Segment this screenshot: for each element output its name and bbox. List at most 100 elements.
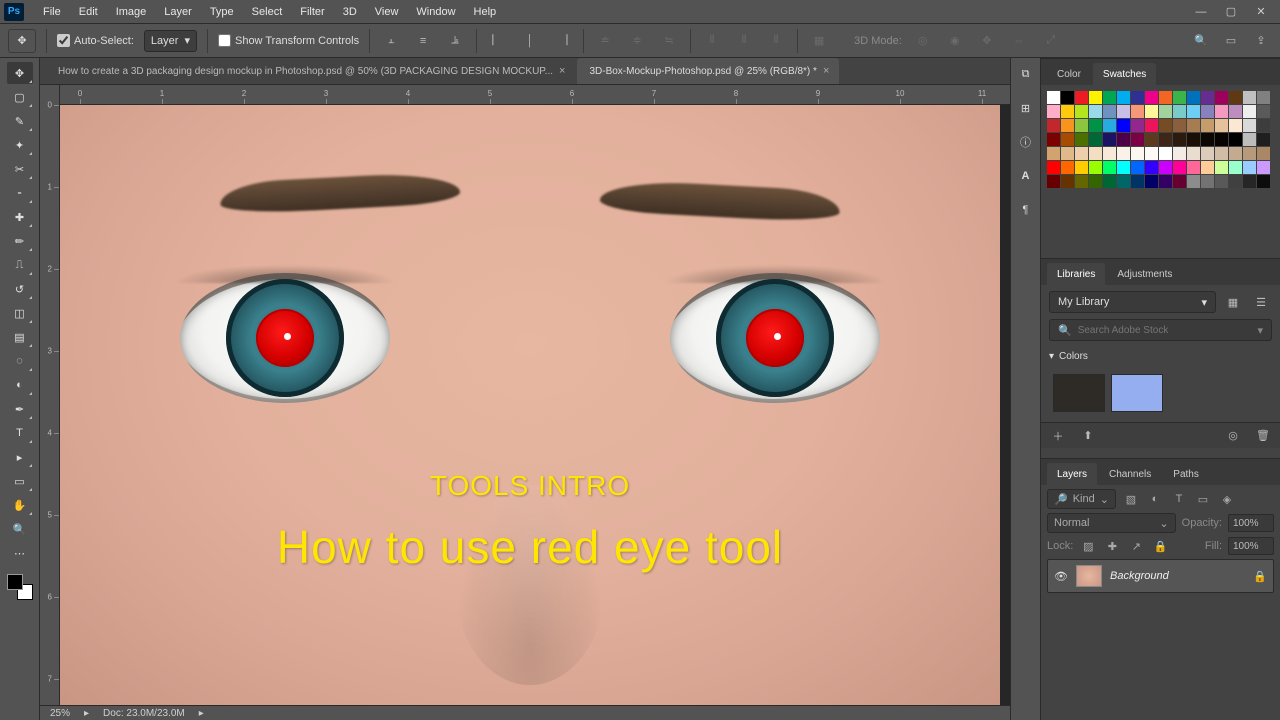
current-tool-icon[interactable]: ✥	[8, 29, 36, 53]
swatch[interactable]	[1061, 133, 1074, 146]
gradient-tool[interactable]: ▤	[7, 326, 33, 348]
3d-slide-icon[interactable]: ⇔	[1008, 30, 1030, 52]
eraser-tool[interactable]: ◫	[7, 302, 33, 324]
tab-channels[interactable]: Channels	[1099, 463, 1161, 485]
distribute-bottom-icon[interactable]: ≒	[658, 30, 680, 52]
library-color-1[interactable]	[1053, 374, 1105, 412]
swatch[interactable]	[1257, 105, 1270, 118]
status-chevron-icon[interactable]: ▸	[84, 708, 89, 719]
lasso-tool[interactable]: ✎	[7, 110, 33, 132]
swatch[interactable]	[1047, 161, 1060, 174]
swatch[interactable]	[1131, 105, 1144, 118]
tab-swatches[interactable]: Swatches	[1093, 63, 1156, 85]
swatch[interactable]	[1075, 133, 1088, 146]
swatch[interactable]	[1201, 119, 1214, 132]
move-tool[interactable]: ✥	[7, 62, 33, 84]
swatch[interactable]	[1061, 105, 1074, 118]
swatch[interactable]	[1075, 161, 1088, 174]
tab-layers[interactable]: Layers	[1047, 463, 1097, 485]
align-left-icon[interactable]: ⎸	[487, 30, 509, 52]
quick-select-tool[interactable]: ✦	[7, 134, 33, 156]
swatch[interactable]	[1131, 175, 1144, 188]
tab-adjustments[interactable]: Adjustments	[1107, 263, 1182, 285]
swatch[interactable]	[1243, 147, 1256, 160]
swatch[interactable]	[1215, 119, 1228, 132]
swatch[interactable]	[1201, 161, 1214, 174]
layer-item-background[interactable]: 👁 Background 🔒	[1047, 559, 1274, 593]
filter-adjust-icon[interactable]: ◐	[1146, 490, 1164, 508]
swatch[interactable]	[1103, 91, 1116, 104]
swatch[interactable]	[1243, 105, 1256, 118]
swatch[interactable]	[1187, 147, 1200, 160]
clone-stamp-tool[interactable]: ⎍	[7, 254, 33, 276]
zoom-level[interactable]: 25%	[50, 708, 70, 719]
swatch[interactable]	[1047, 105, 1060, 118]
swatch[interactable]	[1145, 119, 1158, 132]
swatch[interactable]	[1117, 161, 1130, 174]
swatch[interactable]	[1089, 175, 1102, 188]
workspace-icon[interactable]: ▭	[1220, 30, 1242, 52]
swatch[interactable]	[1061, 91, 1074, 104]
swatch[interactable]	[1257, 161, 1270, 174]
swatch[interactable]	[1047, 147, 1060, 160]
align-top-icon[interactable]: ⫠	[380, 30, 402, 52]
swatch[interactable]	[1243, 91, 1256, 104]
swatch[interactable]	[1075, 175, 1088, 188]
history-brush-tool[interactable]: ↺	[7, 278, 33, 300]
swatch[interactable]	[1089, 133, 1102, 146]
edit-toolbar[interactable]: ⋯	[7, 542, 33, 564]
menu-select[interactable]: Select	[243, 6, 292, 18]
swatch[interactable]	[1215, 161, 1228, 174]
swatch[interactable]	[1257, 133, 1270, 146]
document-tab-2[interactable]: 3D-Box-Mockup-Photoshop.psd @ 25% (RGB/8…	[577, 58, 839, 84]
swatch[interactable]	[1215, 133, 1228, 146]
library-trash-icon[interactable]: 🗑	[1252, 425, 1274, 447]
window-minimize-button[interactable]: —	[1186, 1, 1216, 23]
swatch[interactable]	[1047, 175, 1060, 188]
tab-paths[interactable]: Paths	[1163, 463, 1209, 485]
swatch[interactable]	[1145, 91, 1158, 104]
swatch[interactable]	[1187, 119, 1200, 132]
swatch[interactable]	[1131, 119, 1144, 132]
swatch[interactable]	[1159, 133, 1172, 146]
3d-scale-icon[interactable]: ⤢	[1040, 30, 1062, 52]
swatch[interactable]	[1229, 161, 1242, 174]
library-upload-icon[interactable]: ⬆	[1077, 425, 1099, 447]
swatch[interactable]	[1173, 105, 1186, 118]
layer-thumbnail[interactable]	[1076, 565, 1102, 587]
swatch[interactable]	[1047, 119, 1060, 132]
foreground-color-swatch[interactable]	[7, 574, 23, 590]
swatch[interactable]	[1187, 105, 1200, 118]
swatch[interactable]	[1145, 105, 1158, 118]
swatch[interactable]	[1075, 91, 1088, 104]
menu-image[interactable]: Image	[107, 6, 156, 18]
swatch[interactable]	[1201, 175, 1214, 188]
library-grid-view-icon[interactable]: ▦	[1222, 291, 1244, 313]
swatch[interactable]	[1159, 175, 1172, 188]
canvas-viewport[interactable]: TOOLS INTRO How to use red eye tool	[60, 105, 1010, 705]
swatch[interactable]	[1145, 133, 1158, 146]
swatch[interactable]	[1257, 147, 1270, 160]
swatch[interactable]	[1061, 175, 1074, 188]
swatch[interactable]	[1215, 147, 1228, 160]
library-list-view-icon[interactable]: ☰	[1250, 291, 1272, 313]
swatch[interactable]	[1089, 147, 1102, 160]
swatch[interactable]	[1257, 119, 1270, 132]
swatch[interactable]	[1089, 105, 1102, 118]
swatch[interactable]	[1215, 105, 1228, 118]
lock-position-icon[interactable]: ✚	[1103, 537, 1121, 555]
swatch[interactable]	[1187, 175, 1200, 188]
document-info[interactable]: Doc: 23.0M/23.0M	[103, 708, 185, 719]
menu-filter[interactable]: Filter	[291, 6, 333, 18]
swatch[interactable]	[1089, 161, 1102, 174]
auto-select-target-dropdown[interactable]: Layer ▾	[144, 30, 197, 52]
swatch[interactable]	[1243, 119, 1256, 132]
distribute-right-icon[interactable]: ⦀	[765, 30, 787, 52]
swatch[interactable]	[1229, 175, 1242, 188]
menu-type[interactable]: Type	[201, 6, 243, 18]
info-panel-icon[interactable]: ⓘ	[1016, 132, 1036, 152]
swatch[interactable]	[1159, 105, 1172, 118]
swatch[interactable]	[1103, 161, 1116, 174]
swatch[interactable]	[1145, 147, 1158, 160]
blur-tool[interactable]: ◌	[7, 350, 33, 372]
